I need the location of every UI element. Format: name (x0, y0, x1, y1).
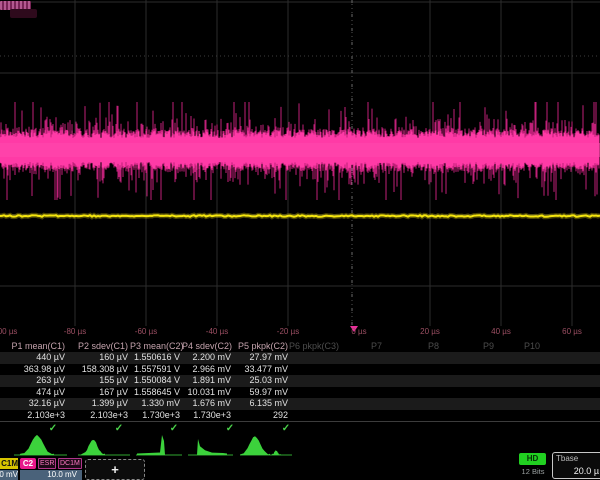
measurement-cell: 167 µV (67, 387, 130, 399)
histicon[interactable] (20, 435, 54, 455)
plus-icon: + (111, 462, 119, 477)
histicon[interactable] (240, 436, 270, 455)
param-header-dim[interactable]: P9 (483, 340, 494, 352)
time-axis-label: 0 µs (351, 327, 366, 336)
timebase-scale: 20.0 µ (553, 466, 599, 476)
time-axis-label: -40 µs (206, 327, 228, 336)
measurement-cell: 10.031 mV (182, 387, 233, 399)
measurement-row: 2.103e+32.103e+31.730e+31.730e+3292 (0, 410, 600, 423)
measurement-cell: 1.550616 V (130, 352, 182, 364)
measurement-cell: 160 µV (67, 352, 130, 364)
measurement-header-row: P1 mean(C1)P2 sdev(C1)P3 mean(C2)P4 sdev… (0, 340, 600, 352)
measurement-cell: 155 µV (67, 375, 130, 387)
measurement-row: 32.16 µV1.399 µV1.330 mV1.676 mV6.135 mV (0, 398, 600, 410)
measurement-cell: 1.558645 V (130, 387, 182, 399)
c1-coupling-badge: C1M (0, 458, 18, 469)
measurement-cell: 1.730e+3 (130, 410, 182, 422)
measurement-cell: 1.399 µV (67, 398, 130, 410)
param-header-dim[interactable]: P7 (371, 340, 382, 352)
measurement-cell: 59.97 mV (233, 387, 290, 399)
timebase-label: Tbase (556, 454, 578, 463)
c2-coupling-tag: DC1M (58, 458, 82, 469)
measurement-cell: 2.966 mV (182, 364, 233, 376)
measurement-cell: 1.730e+3 (182, 410, 233, 422)
measurement-cell: 2.200 mV (182, 352, 233, 364)
measurement-cell: 440 µV (0, 352, 67, 364)
timebase-descriptor[interactable]: Tbase 20.0 µ (552, 452, 600, 479)
param-header-p1[interactable]: P1 mean(C1) (0, 340, 67, 352)
c2-descriptor[interactable]: C2 ESR DC1M 10.0 mV (20, 458, 82, 480)
time-axis-label: -20 µs (277, 327, 299, 336)
param-header-dim[interactable]: P6 pkpk(C3) (289, 340, 339, 352)
time-axis: -100 µs -80 µs -60 µs -40 µs -20 µs 0 µs 20 µs… (0, 327, 600, 340)
measurement-cell: 263 µV (0, 375, 67, 387)
measurement-row: 474 µV167 µV1.558645 V10.031 mV59.97 mV (0, 387, 600, 399)
measurement-cell: 474 µV (0, 387, 67, 399)
param-header-dim[interactable]: P8 (428, 340, 439, 352)
measurement-row: 440 µV160 µV1.550616 V2.200 mV27.97 mV (0, 352, 600, 364)
measurement-histicons (0, 433, 600, 458)
measurement-cell: 32.16 µV (0, 398, 67, 410)
descriptor-bar: C1M 0 mV C2 ESR DC1M 10.0 mV + HD 12 Bit… (0, 458, 600, 480)
measurement-cell: 1.557591 V (130, 364, 182, 376)
histicon[interactable] (272, 450, 281, 455)
measurement-cell: 1.891 mV (182, 375, 233, 387)
param-header-p5[interactable]: P5 pkpk(C2) (233, 340, 290, 352)
c2-vertical-scale: 10.0 mV (20, 470, 82, 480)
param-header-p3[interactable]: P3 mean(C2) (130, 340, 182, 352)
measurement-table: P1 mean(C1)P2 sdev(C1)P3 mean(C2)P4 sdev… (0, 340, 600, 435)
measurement-cell: 363.98 µV (0, 364, 67, 376)
time-axis-label: -100 µs (0, 327, 17, 336)
histicon[interactable] (197, 439, 227, 455)
c2-channel-badge: C2 (20, 458, 36, 469)
trace-annotation-smudge (10, 9, 37, 18)
c2-eres-tag: ESR (38, 458, 56, 469)
c2-trace (0, 102, 600, 200)
param-header-p2[interactable]: P2 sdev(C1) (67, 340, 130, 352)
measurement-cell: 1.550084 V (130, 375, 182, 387)
measurement-cell: 2.103e+3 (0, 410, 67, 422)
measurement-cell: 1.330 mV (130, 398, 182, 410)
bit-depth-label: 12 Bits (514, 467, 552, 476)
c1-descriptor[interactable]: C1M 0 mV (0, 458, 18, 480)
measurement-cell: 1.676 mV (182, 398, 233, 410)
param-header-p4[interactable]: P4 sdev(C2) (182, 340, 233, 352)
time-axis-label: 40 µs (491, 327, 511, 336)
measurement-row: 363.98 µV158.308 µV1.557591 V2.966 mV33.… (0, 364, 600, 376)
measurement-row: 263 µV155 µV1.550084 V1.891 mV25.03 mV (0, 375, 600, 387)
time-axis-label: -60 µs (135, 327, 157, 336)
measurement-cell: 158.308 µV (67, 364, 130, 376)
c1-trace (0, 215, 600, 217)
measurement-cell: 33.477 mV (233, 364, 290, 376)
histicon[interactable] (81, 440, 105, 455)
hd-mode-badge[interactable]: HD (519, 453, 546, 465)
waveform-display[interactable] (0, 0, 600, 326)
time-axis-label: 20 µs (420, 327, 440, 336)
time-axis-label: -80 µs (64, 327, 86, 336)
measurement-cell: 292 (233, 410, 290, 422)
measurement-cell: 27.97 mV (233, 352, 290, 364)
c1-vertical-scale: 0 mV (0, 470, 18, 480)
measurement-cell: 6.135 mV (233, 398, 290, 410)
add-trace-button[interactable]: + (85, 459, 145, 480)
histicon[interactable] (137, 435, 165, 455)
oscilloscope-screen: -100 µs -80 µs -60 µs -40 µs -20 µs 0 µs 20 µs… (0, 0, 600, 480)
param-header-dim[interactable]: P10 (524, 340, 540, 352)
time-axis-label: 60 µs (562, 327, 582, 336)
measurement-cell: 25.03 mV (233, 375, 290, 387)
measurement-cell: 2.103e+3 (67, 410, 130, 422)
